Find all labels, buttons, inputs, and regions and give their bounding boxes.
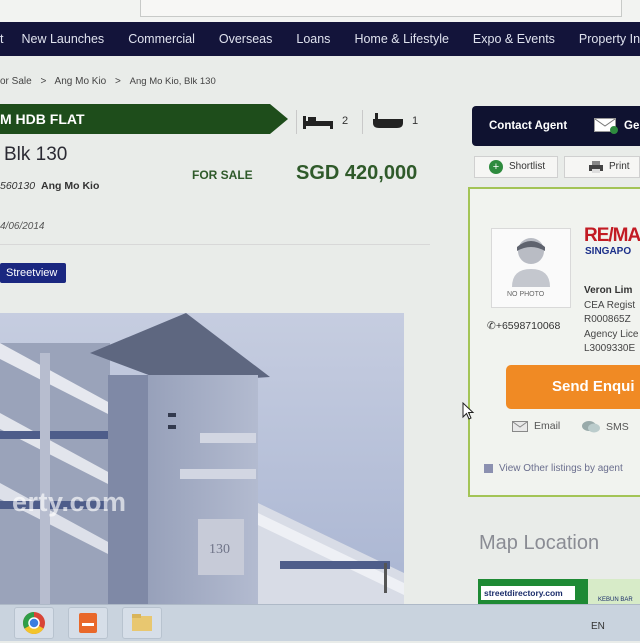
folder-icon [132, 614, 152, 631]
listing-address: 560130 Ang Mo Kio [0, 180, 99, 192]
view-other-label: View Other listings by agent [499, 463, 623, 474]
envelope-icon [512, 420, 528, 432]
chat-icon [582, 420, 600, 434]
streetview-button[interactable]: Streetview [0, 263, 66, 283]
nav-item-overseas[interactable]: Overseas [219, 32, 273, 46]
agency-logo-subtitle: SINGAPO [585, 246, 632, 257]
phone-icon: ✆ [487, 320, 496, 332]
nav-item-commercial[interactable]: Commercial [128, 32, 195, 46]
bathrooms-count: 1 [372, 112, 418, 130]
divider [362, 110, 363, 134]
print-button[interactable]: Print [564, 156, 640, 178]
chrome-icon [23, 612, 45, 634]
district-link[interactable]: Ang Mo Kio [41, 180, 99, 192]
taskbar: EN [0, 604, 640, 641]
bedrooms-count: 2 [302, 112, 348, 130]
arrow-icon [484, 464, 493, 473]
breadcrumb-current: Ang Mo Kio, Blk 130 [129, 76, 216, 87]
sms-link[interactable]: SMS [582, 420, 629, 434]
agent-cea-number: R000865Z [584, 314, 631, 325]
taskbar-chrome[interactable] [14, 607, 54, 639]
app-icon [79, 613, 97, 633]
mouse-cursor-icon [462, 402, 475, 420]
nav-item-loans[interactable]: Loans [296, 32, 330, 46]
block-number-sign: 130 [209, 542, 230, 557]
bed-icon [303, 116, 333, 129]
map-heading: Map Location [479, 532, 600, 554]
breadcrumb-ang-mo-kio[interactable]: Ang Mo Kio [55, 76, 107, 87]
agent-phone[interactable]: ✆+6598710068 [487, 320, 560, 332]
language-indicator[interactable]: EN [591, 621, 605, 632]
agent-cea-label: CEA Regist [584, 300, 636, 311]
view-other-listings-link[interactable]: View Other listings by agent [484, 463, 623, 474]
agent-name[interactable]: Veron Lim [584, 285, 632, 296]
agency-logo: RE/MA [584, 225, 640, 246]
streetdirectory-banner[interactable]: streetdirectory.com [478, 579, 588, 607]
taskbar-app-orange[interactable] [68, 607, 108, 639]
postal-code: 560130 [0, 180, 36, 192]
breadcrumb: or Sale > Ang Mo Kio > Ang Mo Kio, Blk 1… [0, 76, 222, 87]
phone-number: +6598710068 [495, 320, 561, 332]
status-badge: FOR SALE [192, 168, 253, 182]
nav-item-expo-events[interactable]: Expo & Events [473, 32, 555, 46]
agent-agency-license-label: Agency Lice [584, 329, 639, 340]
browser-top-strip [0, 0, 640, 22]
nav-item-property-in[interactable]: Property In [579, 32, 640, 46]
map-road-label: KEBUN BAR [598, 597, 633, 603]
building-photo: 130 [0, 313, 404, 607]
email-link[interactable]: Email [512, 420, 560, 432]
bedrooms-value: 2 [342, 115, 349, 127]
shortlist-label: Shortlist [509, 161, 546, 172]
agent-agency-license-number: L3009330E [584, 343, 636, 354]
shortlist-button[interactable]: + Shortlist [474, 156, 558, 178]
breadcrumb-separator: > [40, 76, 47, 87]
email-label: Email [534, 420, 561, 432]
page-title: Blk 130 [4, 144, 68, 165]
sms-label: SMS [606, 421, 629, 433]
bathrooms-value: 1 [412, 115, 419, 127]
printer-icon [589, 161, 603, 173]
listing-date: 4/06/2014 [0, 221, 45, 232]
nav-item-partial[interactable]: t [0, 32, 3, 46]
header-box [140, 0, 622, 17]
property-photo[interactable]: 130 [0, 313, 404, 607]
contact-agent-bar[interactable]: Contact Agent Ge [472, 106, 640, 146]
divider [296, 110, 297, 134]
nav-item-home-lifestyle[interactable]: Home & Lifestyle [354, 32, 448, 46]
nav-item-new-launches[interactable]: New Launches [21, 32, 104, 46]
taskbar-folder[interactable] [122, 607, 162, 639]
watermark-text: erty.com [12, 487, 127, 517]
main-nav: t New Launches Commercial Overseas Loans… [0, 22, 640, 56]
divider [0, 244, 430, 245]
print-label: Print [609, 161, 630, 172]
envelope-icon [594, 118, 618, 137]
plus-icon: + [489, 160, 503, 174]
listing-price: SGD 420,000 [296, 162, 418, 184]
breadcrumb-separator: > [115, 76, 121, 87]
breadcrumb-for-sale[interactable]: or Sale [0, 76, 32, 87]
property-type-banner: M HDB FLAT [0, 104, 288, 134]
bathtub-icon [373, 113, 403, 128]
map-thumbnail[interactable]: KEBUN BAR [588, 579, 640, 607]
send-enquiry-button[interactable]: Send Enqui [506, 365, 640, 409]
streetdirectory-label: streetdirectory.com [481, 586, 575, 600]
no-photo-label: NO PHOTO [507, 291, 545, 298]
contact-agent-label[interactable]: Contact Agent [489, 120, 567, 132]
get-label[interactable]: Ge [624, 120, 639, 132]
